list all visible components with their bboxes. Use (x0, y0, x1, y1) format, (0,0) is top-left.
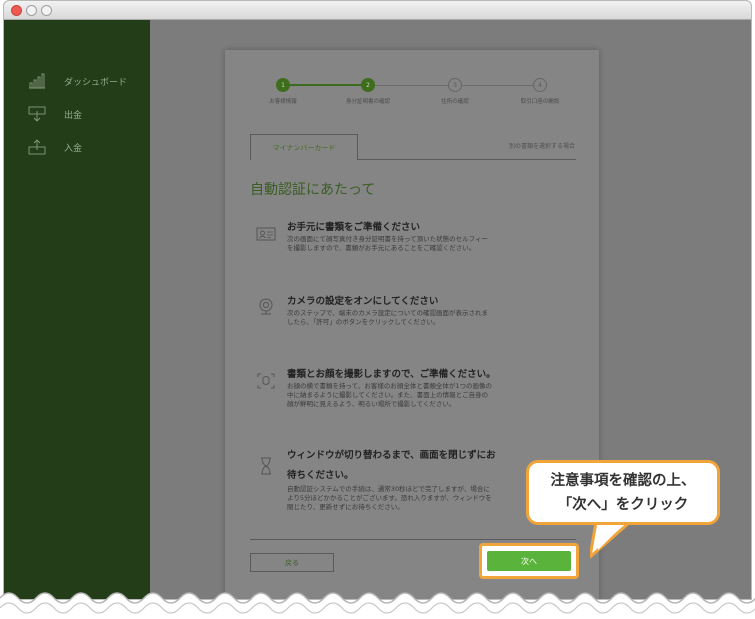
next-button-highlight: 次へ (479, 543, 579, 579)
sidebar-item-dashboard[interactable]: ダッシュボード (28, 73, 127, 89)
progress-line (375, 85, 455, 86)
title-bar (4, 1, 751, 20)
sidebar-item-label: 出金 (64, 110, 83, 121)
instruction-title: カメラの設定をオンにしてください (287, 296, 439, 307)
step-4-label: 取引口座の開設 (520, 99, 560, 105)
next-button[interactable]: 次へ (487, 551, 571, 571)
footer-divider (250, 539, 576, 540)
sidebar-item-deposit[interactable]: 入金 (28, 139, 82, 155)
callout-line-2: 「次へ」をクリック (557, 497, 689, 513)
back-button[interactable]: 戻る (250, 553, 334, 572)
withdraw-icon (28, 106, 46, 122)
step-3-label: 住所の確認 (441, 99, 469, 105)
sidebar-item-label: ダッシュボード (64, 77, 128, 88)
instruction-title: 書類とお顔を撮影しますので、ご準備ください。 (287, 369, 496, 380)
progress-line (462, 85, 540, 86)
minimize-window-button[interactable] (26, 5, 37, 16)
callout-bubble: 注意事項を確認の上、 「次へ」をクリック (526, 460, 720, 525)
sidebar-item-label: 入金 (64, 143, 83, 154)
step-4-circle: 4 (533, 78, 547, 92)
instruction-body: 自動認証システムでの手続は、通常30秒ほどで完了しますが、場合により5分ほどかか… (287, 485, 492, 511)
sidebar: ダッシュボード 出金 入金 (4, 20, 150, 599)
instruction-title: ウィンドウが切り替わるまで、画面を閉じずにお (287, 450, 496, 461)
callout-line-1: 注意事項を確認の上、 (550, 473, 696, 489)
step-1-label: お客様情報 (269, 99, 297, 105)
progress-line-done (283, 84, 368, 86)
face-scan-icon (255, 372, 277, 390)
step-2-circle: 2 (361, 78, 375, 92)
close-window-button[interactable] (11, 5, 22, 16)
instruction-body: お顔の横で書類を持って、お客様のお顔全体と書類全体が1つの画像の中に納まるように… (287, 382, 492, 408)
instruction-body: 次のステップで、端末のカメラ設定についての確認画面が表示されましたら、「許可」の… (287, 309, 489, 326)
select-other-document-link[interactable]: 別の書類を選択する場合 (509, 141, 575, 150)
instruction-title: お手元に書類をご準備ください (287, 222, 421, 233)
instruction-body: 次の画面にて顔写真付き身分証明書を持って頂いた状態のセルフィーを撮影しますので、… (287, 235, 489, 252)
step-1-circle: 1 (276, 78, 290, 92)
deposit-icon (28, 139, 46, 155)
sidebar-item-withdraw[interactable]: 出金 (28, 106, 82, 122)
callout-pointer (590, 520, 632, 559)
camera-icon (255, 297, 277, 315)
step-2-label: 身分証明書の確認 (345, 99, 390, 105)
maximize-window-button[interactable] (41, 5, 52, 16)
id-card-icon (255, 225, 277, 243)
instruction-title-continued: 待ちください。 (287, 470, 354, 481)
hourglass-icon (255, 457, 277, 475)
step-3-circle: 3 (448, 78, 462, 92)
page-title: 自動認証にあたって (250, 182, 376, 198)
tab-my-number-card[interactable]: マイナンバーカード (250, 134, 358, 160)
tab-divider (358, 159, 576, 160)
bar-chart-icon (28, 73, 46, 89)
torn-edge-decoration (0, 592, 755, 619)
